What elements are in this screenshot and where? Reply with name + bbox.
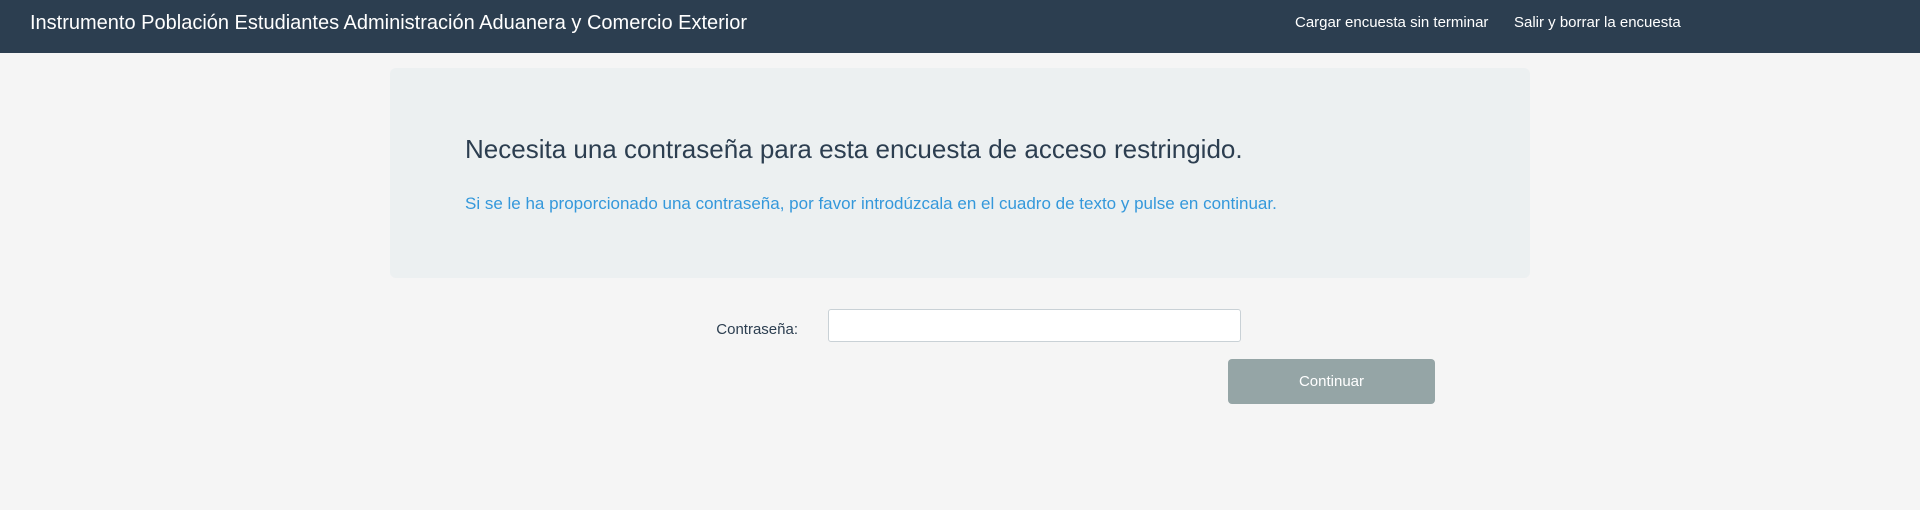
password-required-panel: Necesita una contraseña para esta encues… [390,68,1530,278]
password-instructions: Si se le ha proporcionado una contraseña… [465,194,1277,213]
exit-and-clear-survey-link[interactable]: Salir y borrar la encuesta [1514,0,1681,46]
survey-title[interactable]: Instrumento Población Estudiantes Admini… [30,0,747,46]
password-input[interactable] [828,309,1241,342]
top-navbar: Instrumento Población Estudiantes Admini… [0,0,1920,53]
password-label: Contraseña: [716,321,798,338]
load-unfinished-survey-link[interactable]: Cargar encuesta sin terminar [1295,0,1488,46]
password-required-heading: Necesita una contraseña para esta encues… [465,134,1243,164]
continue-button[interactable]: Continuar [1228,359,1435,404]
